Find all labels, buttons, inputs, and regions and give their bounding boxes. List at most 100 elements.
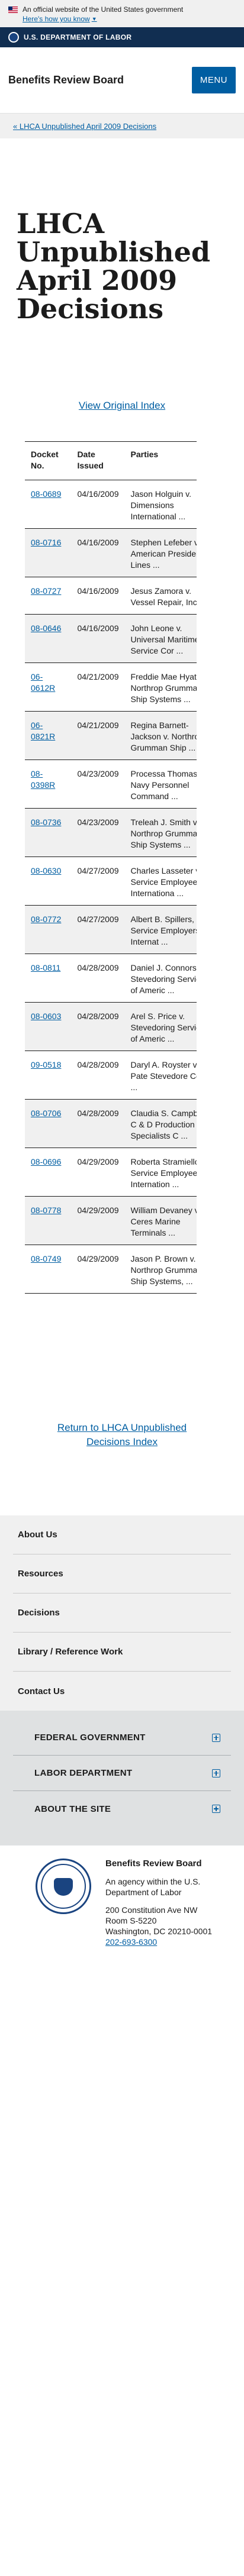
docket-cell: 08-0689 bbox=[25, 480, 72, 529]
table-row: 08-0749 04/29/2009 Jason P. Brown v. North… bbox=[25, 1245, 197, 1294]
decisions-table: Docket No. Date Issued Parties 08-0689 04… bbox=[25, 441, 197, 1294]
heres-how-you-know-link[interactable]: Here's how you know ▼ bbox=[23, 14, 97, 24]
docket-link[interactable]: 08-0603 bbox=[31, 1011, 61, 1021]
table-row: 08-0689 04/16/2009 Jason Holguin v. Dimens… bbox=[25, 480, 197, 529]
docket-link[interactable]: 09-0518 bbox=[31, 1060, 61, 1069]
docket-cell: 08-0706 bbox=[25, 1099, 72, 1148]
footer-nav-item[interactable]: Library / Reference Work bbox=[13, 1633, 231, 1672]
table-row: 08-0630 04/27/2009 Charles Lasseter v. Ser… bbox=[25, 856, 197, 906]
footer-nav-item[interactable]: Contact Us bbox=[13, 1672, 231, 1711]
parties-cell: Claudia S. Campbell v. C & D Production … bbox=[124, 1099, 197, 1148]
table-header-row: Docket No. Date Issued Parties bbox=[25, 441, 197, 480]
docket-link[interactable]: 08-0778 bbox=[31, 1205, 61, 1215]
date-cell: 04/28/2009 bbox=[71, 954, 125, 1003]
docket-link[interactable]: 08-0706 bbox=[31, 1108, 61, 1118]
docket-link[interactable]: 08-0689 bbox=[31, 489, 61, 499]
footer-accordion-item[interactable]: ABOUT THE SITE bbox=[13, 1791, 231, 1827]
table-row: 08-0727 04/16/2009 Jesus Zamora v. Vessel … bbox=[25, 577, 197, 615]
dol-seal-icon bbox=[8, 32, 19, 43]
parties-cell: John Leone v. Universal Maritime Service… bbox=[124, 614, 197, 663]
docket-link[interactable]: 08-0716 bbox=[31, 538, 61, 547]
docket-link[interactable]: 08-0398R bbox=[31, 769, 55, 790]
table-row: 08-0736 04/23/2009 Treleah J. Smith v. Nor… bbox=[25, 808, 197, 857]
docket-link[interactable]: 06-0612R bbox=[31, 672, 55, 693]
docket-cell: 08-0772 bbox=[25, 905, 72, 954]
parties-cell: Jesus Zamora v. Vessel Repair, Inc. ... bbox=[124, 577, 197, 615]
docket-cell: 08-0778 bbox=[25, 1196, 72, 1245]
docket-cell: 06-0612R bbox=[25, 662, 72, 712]
docket-cell: 08-0736 bbox=[25, 808, 72, 857]
docket-cell: 08-0811 bbox=[25, 954, 72, 1003]
plus-icon bbox=[212, 1733, 220, 1742]
table-row: 08-0772 04/27/2009Albert B. Spillers, Jr.… bbox=[25, 905, 197, 954]
docket-link[interactable]: 06-0821R bbox=[31, 720, 55, 741]
table-row: 08-0696 04/29/2009Roberta Stramiello v. S… bbox=[25, 1148, 197, 1197]
docket-link[interactable]: 08-0646 bbox=[31, 623, 61, 633]
date-cell: 04/27/2009 bbox=[71, 905, 125, 954]
date-cell: 04/28/2009 bbox=[71, 1002, 125, 1051]
footer-phone-link[interactable]: 202-693-6300 bbox=[105, 1937, 157, 1947]
menu-button[interactable]: MENU bbox=[191, 67, 236, 93]
footer-accordion-item[interactable]: FEDERAL GOVERNMENT bbox=[13, 1720, 231, 1756]
site-title[interactable]: Benefits Review Board bbox=[8, 74, 124, 86]
dol-bar: U.S. DEPARTMENT OF LABOR bbox=[0, 27, 244, 47]
date-cell: 04/29/2009 bbox=[71, 1196, 125, 1245]
footer-nav-item[interactable]: Resources bbox=[13, 1554, 231, 1594]
parties-cell: Jason P. Brown v. Northrop Grumman Ship … bbox=[124, 1245, 197, 1294]
docket-cell: 08-0727 bbox=[25, 577, 72, 615]
date-cell: 04/16/2009 bbox=[71, 614, 125, 663]
table-row: 08-0603 04/28/2009 Arel S. Price v. Steved… bbox=[25, 1002, 197, 1051]
us-flag-icon bbox=[8, 7, 18, 13]
table-row: 08-0398R 04/23/2009Processa Thomas v. Nav… bbox=[25, 759, 197, 809]
table-row: 08-0778 04/29/2009 William Devaney v. Cere… bbox=[25, 1196, 197, 1245]
footer-info: Benefits Review Board An agency within t… bbox=[105, 1859, 231, 1984]
docket-link[interactable]: 08-0727 bbox=[31, 586, 61, 596]
parties-cell: Daryl A. Royster v. Pate Stevedore Co., … bbox=[124, 1051, 197, 1100]
parties-cell: Freddie Mae Hyatt v. Northrop Grumman Sh… bbox=[124, 662, 197, 712]
docket-cell: 08-0749 bbox=[25, 1245, 72, 1294]
table-row: 06-0821R 04/21/2009 Regina Barnett-Jackson… bbox=[25, 711, 197, 760]
parties-cell: Charles Lasseter v. Service Employees In… bbox=[124, 856, 197, 906]
header-parties: Parties bbox=[124, 441, 197, 480]
parties-cell: Roberta Stramiello v. Service Employees … bbox=[124, 1148, 197, 1197]
docket-cell: 06-0821R bbox=[25, 711, 72, 760]
parties-cell: Treleah J. Smith v. Northrop Grumman Shi… bbox=[124, 808, 197, 857]
table-row: 08-0706 04/28/2009Claudia S. Campbell v. … bbox=[25, 1099, 197, 1148]
footer-bottom: Benefits Review Board An agency within t… bbox=[0, 1845, 244, 1996]
page-title: LHCA Unpublished April 2009 Decisions bbox=[17, 208, 211, 325]
dol-name[interactable]: U.S. DEPARTMENT OF LABOR bbox=[24, 33, 131, 41]
date-cell: 04/21/2009 bbox=[71, 662, 125, 712]
docket-link[interactable]: 08-0736 bbox=[31, 817, 61, 827]
date-cell: 04/23/2009 bbox=[71, 808, 125, 857]
docket-cell: 08-0716 bbox=[25, 528, 72, 577]
date-cell: 04/27/2009 bbox=[71, 856, 125, 906]
docket-link[interactable]: 08-0772 bbox=[31, 914, 61, 924]
decisions-table-container[interactable]: Docket No. Date Issued Parties 08-0689 04… bbox=[25, 441, 197, 1294]
docket-link[interactable]: 08-0630 bbox=[31, 866, 61, 875]
docket-link[interactable]: 08-0696 bbox=[31, 1157, 61, 1166]
plus-icon bbox=[212, 1769, 220, 1777]
table-row: 08-0646 04/16/2009 John Leone v. Universal… bbox=[25, 614, 197, 663]
date-cell: 04/28/2009 bbox=[71, 1099, 125, 1148]
date-cell: 04/21/2009 bbox=[71, 711, 125, 760]
footer-org-name: Benefits Review Board bbox=[105, 1859, 202, 1869]
footer-accordion-item[interactable]: LABOR DEPARTMENT bbox=[13, 1756, 231, 1791]
official-banner: An official website of the United States… bbox=[0, 0, 244, 27]
return-to-index-link[interactable]: Return to LHCA Unpublished Decisions Ind… bbox=[36, 1421, 208, 1449]
footer-agency: An agency within the U.S. Department of … bbox=[105, 1877, 201, 1897]
footer-address-line-2: Room S-5220 bbox=[105, 1916, 157, 1925]
header-date: Date Issued bbox=[71, 441, 125, 480]
parties-cell: William Devaney v. Ceres Marine Terminal… bbox=[124, 1196, 197, 1245]
breadcrumb-link[interactable]: « LHCA Unpublished April 2009 Decisions bbox=[13, 122, 156, 131]
docket-cell: 09-0518 bbox=[25, 1051, 72, 1100]
footer-nav-item[interactable]: About Us bbox=[13, 1515, 231, 1554]
parties-cell: Stephen Lefeber v. American President Li… bbox=[124, 528, 197, 577]
header-docket: Docket No. bbox=[25, 441, 72, 480]
date-cell: 04/16/2009 bbox=[71, 528, 125, 577]
chevron-down-icon: ▼ bbox=[91, 16, 97, 22]
date-cell: 04/16/2009 bbox=[71, 577, 125, 615]
footer-nav-item[interactable]: Decisions bbox=[13, 1594, 231, 1633]
docket-link[interactable]: 08-0811 bbox=[31, 963, 60, 972]
docket-link[interactable]: 08-0749 bbox=[31, 1254, 61, 1263]
view-original-index-link[interactable]: View Original Index bbox=[0, 400, 244, 412]
